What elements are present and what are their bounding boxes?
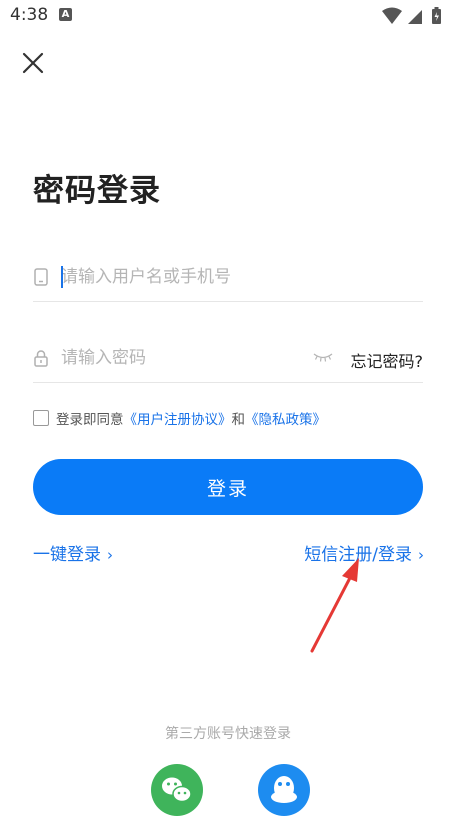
annotation-arrow (310, 558, 359, 653)
chevron-right-icon: › (107, 546, 113, 564)
qq-icon (271, 776, 297, 803)
username-input[interactable] (61, 263, 311, 291)
signal-icon (408, 10, 422, 24)
one-click-login-label: 一键登录 (33, 545, 101, 565)
wechat-icon (162, 777, 192, 803)
lock-icon (34, 350, 48, 367)
phone-icon (34, 268, 48, 286)
one-click-login-link[interactable]: 一键登录 › (33, 540, 113, 565)
notification-icon: A (59, 8, 72, 21)
agreement-row: 登录即同意《用户注册协议》和《隐私政策》 (33, 409, 326, 431)
wifi-icon (382, 7, 402, 24)
page-title: 密码登录 (33, 173, 161, 209)
status-bar: 4:38 A (0, 0, 456, 32)
privacy-link[interactable]: 《隐私政策》 (245, 412, 326, 428)
login-button[interactable]: 登录 (33, 459, 423, 515)
status-icons (382, 7, 441, 24)
sms-login-label: 短信注册/登录 (304, 545, 412, 565)
agreement-conjunction: 和 (231, 412, 246, 428)
password-input[interactable] (61, 344, 311, 372)
qq-login-button[interactable] (258, 764, 310, 816)
status-time: 4:38 (10, 5, 49, 25)
sms-login-link[interactable]: 短信注册/登录 › (304, 540, 424, 565)
password-field-row: 忘记密码? (33, 336, 423, 383)
wechat-login-button[interactable] (151, 764, 203, 816)
close-icon[interactable] (18, 48, 48, 78)
third-party-login-label: 第三方账号快速登录 (165, 726, 291, 742)
chevron-right-icon: › (418, 546, 424, 564)
username-field-row (33, 255, 423, 302)
agreement-prefix: 登录即同意 (56, 412, 124, 428)
forgot-password-link[interactable]: 忘记密码? (351, 348, 424, 372)
agreement-checkbox[interactable] (33, 410, 49, 426)
text-caret (61, 266, 63, 288)
terms-link[interactable]: 《用户注册协议》 (124, 412, 232, 428)
eye-closed-icon[interactable] (313, 351, 333, 363)
battery-icon (432, 7, 441, 24)
